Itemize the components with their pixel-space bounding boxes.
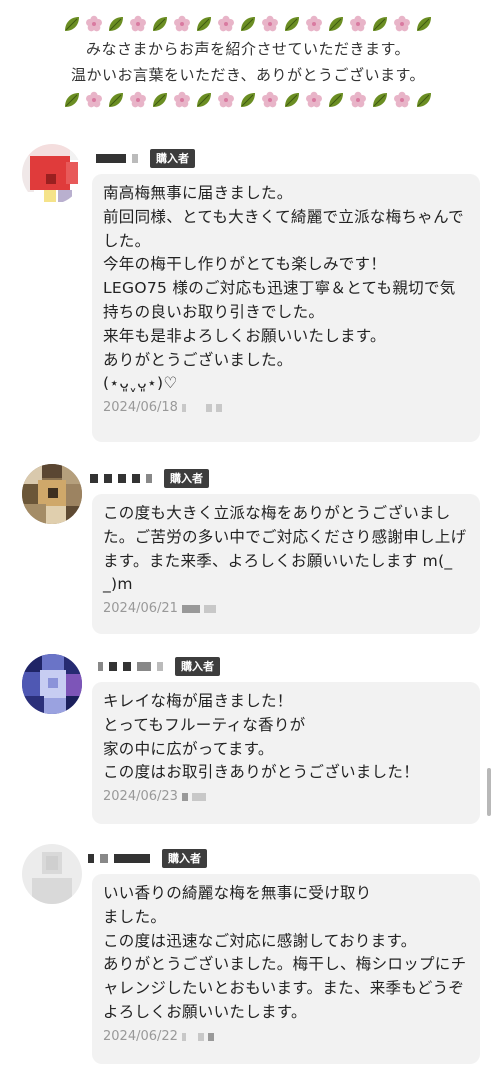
leaf-icon	[62, 90, 82, 110]
review-date: 2024/06/22	[103, 1028, 178, 1044]
reviewer-name-row: 購入者	[90, 468, 209, 488]
flower-icon	[128, 14, 148, 34]
flower-icon	[304, 90, 324, 110]
buyer-badge: 購入者	[175, 656, 220, 676]
flower-icon	[84, 14, 104, 34]
flower-icon	[172, 90, 192, 110]
review-text: キレイな梅が届きました！ とってもフルーティな香りが 家の中に広がってます。 こ…	[103, 692, 420, 782]
leaf-icon	[194, 90, 214, 110]
avatar[interactable]	[22, 144, 82, 204]
masked-name	[88, 853, 94, 863]
leaf-icon	[414, 90, 434, 110]
leaf-icon	[106, 14, 126, 34]
leaf-icon	[150, 14, 170, 34]
review-bubble: キレイな梅が届きました！ とってもフルーティな香りが 家の中に広がってます。 こ…	[92, 682, 480, 824]
intro-line-1: みなさまからお声を紹介させていただきます。	[85, 40, 410, 58]
leaf-icon	[282, 90, 302, 110]
intro-line-2: 温かいお言葉をいただき、ありがとうございます。	[71, 66, 425, 84]
buyer-badge: 購入者	[162, 848, 207, 868]
review-date: 2024/06/21	[103, 601, 178, 617]
flower-icon	[260, 14, 280, 34]
avatar[interactable]	[22, 464, 82, 524]
leaf-icon	[194, 14, 214, 34]
review-bubble: 南高梅無事に届きました。 前回同様、とても大きくて綺麗で立派な梅ちゃんでした。 …	[92, 174, 480, 442]
flower-icon	[216, 90, 236, 110]
masked-time	[181, 605, 200, 614]
flower-icon	[392, 14, 412, 34]
review-text: 南高梅無事に届きました。 前回同様、とても大きくて綺麗で立派な梅ちゃんでした。 …	[103, 184, 464, 393]
flower-icon	[348, 14, 368, 34]
masked-name	[98, 661, 103, 671]
flower-icon	[304, 14, 324, 34]
buyer-badge: 購入者	[150, 148, 195, 168]
flower-icon	[216, 14, 236, 34]
flower-icon	[128, 90, 148, 110]
masked-time	[181, 793, 188, 802]
review-date: 2024/06/18	[103, 400, 178, 416]
leaf-icon	[106, 90, 126, 110]
leaf-icon	[326, 90, 346, 110]
reviewer-name-row: 購入者	[98, 656, 220, 676]
intro-header: みなさまからお声を紹介させていただきます。 温かいお言葉をいただき、ありがとうご…	[0, 12, 496, 112]
scrollbar[interactable]	[487, 768, 491, 816]
masked-time	[181, 1032, 186, 1041]
leaf-icon	[150, 90, 170, 110]
review-bubble: いい香りの綺麗な梅を無事に受け取り ました。 この度は迅速なご対応に感謝しており…	[92, 874, 480, 1064]
reviewer-name-row: 購入者	[88, 848, 207, 868]
leaf-icon	[238, 90, 258, 110]
masked-time	[181, 404, 186, 413]
decoration-row-top	[0, 12, 496, 36]
review-bubble: この度も大きく立派な梅をありがとうございました。ご苦労の多い中でご対応くださり感…	[92, 494, 480, 634]
flower-icon	[84, 90, 104, 110]
flower-icon	[260, 90, 280, 110]
leaf-icon	[370, 90, 390, 110]
buyer-badge: 購入者	[164, 468, 209, 488]
review-date: 2024/06/23	[103, 789, 178, 805]
flower-icon	[392, 90, 412, 110]
masked-name	[96, 153, 126, 163]
leaf-icon	[414, 14, 434, 34]
leaf-icon	[282, 14, 302, 34]
masked-name	[90, 473, 98, 483]
avatar[interactable]	[22, 844, 82, 904]
flower-icon	[348, 90, 368, 110]
review-text: この度も大きく立派な梅をありがとうございました。ご苦労の多い中でご対応くださり感…	[103, 504, 467, 594]
leaf-icon	[238, 14, 258, 34]
avatar[interactable]	[22, 654, 82, 714]
flower-icon	[172, 14, 192, 34]
leaf-icon	[326, 14, 346, 34]
reviewer-name-row: 購入者	[96, 148, 195, 168]
decoration-row-bottom	[0, 88, 496, 112]
leaf-icon	[62, 14, 82, 34]
review-text: いい香りの綺麗な梅を無事に受け取り ました。 この度は迅速なご対応に感謝しており…	[103, 884, 467, 1021]
leaf-icon	[370, 14, 390, 34]
